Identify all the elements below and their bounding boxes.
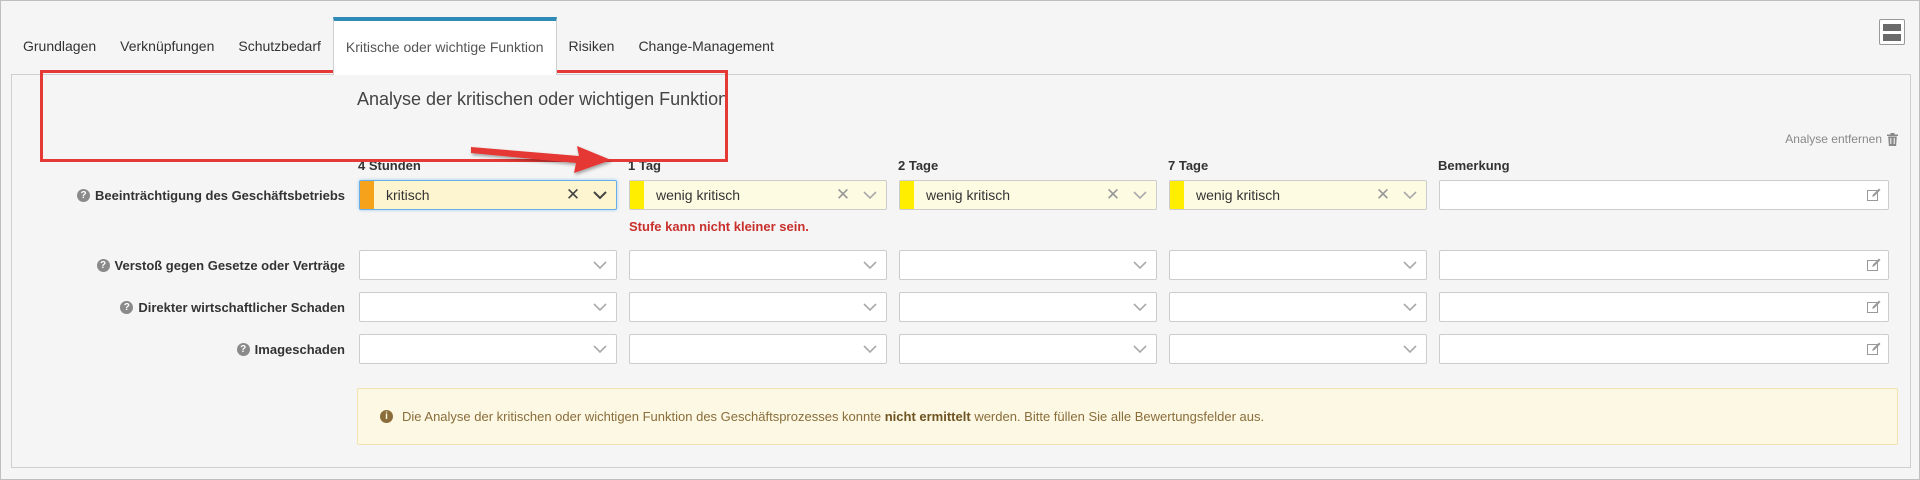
remark-input-business[interactable] bbox=[1439, 180, 1889, 210]
layout-icon-bar bbox=[1883, 33, 1901, 41]
analysis-warning-alert: i Die Analyse der kritischen oder wichti… bbox=[357, 388, 1898, 445]
chevron-down-icon[interactable] bbox=[854, 260, 886, 270]
chevron-down-icon[interactable] bbox=[854, 344, 886, 354]
analysis-panel: Analyse der kritischen oder wichtigen Fu… bbox=[11, 74, 1911, 468]
column-header-1d: 1 Tag bbox=[628, 158, 661, 173]
level-swatch bbox=[900, 181, 914, 209]
chevron-down-icon[interactable] bbox=[1124, 190, 1156, 200]
chevron-down-icon[interactable] bbox=[1124, 302, 1156, 312]
alert-bold: nicht ermittelt bbox=[884, 409, 971, 424]
chevron-down-icon[interactable] bbox=[584, 302, 616, 312]
remark-input-image[interactable] bbox=[1439, 334, 1889, 364]
chevron-down-icon[interactable] bbox=[584, 260, 616, 270]
question-circle-icon[interactable]: ? bbox=[236, 342, 250, 356]
row-label-business-impact: ? Beeinträchtigung des Geschäftsbetriebs bbox=[77, 185, 345, 205]
remove-analysis-label: Analyse entfernen bbox=[1785, 132, 1882, 146]
rating-select-legal-4h[interactable] bbox=[359, 250, 617, 280]
alert-text: Die Analyse der kritischen oder wichtige… bbox=[402, 409, 1264, 424]
row-label-text: Verstoß gegen Gesetze oder Verträge bbox=[114, 257, 345, 273]
tab-bar: Grundlagen Verknüpfungen Schutzbedarf Kr… bbox=[11, 17, 786, 75]
level-swatch bbox=[360, 181, 374, 209]
clear-x-icon[interactable]: ✕ bbox=[1372, 185, 1394, 205]
rating-select-image-1d[interactable] bbox=[629, 334, 887, 364]
remark-input-legal[interactable] bbox=[1439, 250, 1889, 280]
chevron-down-icon[interactable] bbox=[1124, 344, 1156, 354]
row-label-text: Direkter wirtschaftlicher Schaden bbox=[138, 299, 345, 315]
question-circle-icon[interactable]: ? bbox=[77, 188, 91, 202]
chevron-down-icon[interactable] bbox=[1394, 190, 1426, 200]
chevron-down-icon[interactable] bbox=[1394, 344, 1426, 354]
tab-risiken[interactable]: Risiken bbox=[557, 18, 627, 75]
level-swatch bbox=[1170, 181, 1184, 209]
column-header-2d: 2 Tage bbox=[898, 158, 939, 173]
select-value: kritisch bbox=[386, 187, 430, 203]
layout-icon bbox=[1883, 23, 1901, 31]
clear-x-icon[interactable]: ✕ bbox=[832, 185, 854, 205]
question-circle-icon[interactable]: ? bbox=[96, 258, 110, 272]
chevron-down-icon[interactable] bbox=[1394, 302, 1426, 312]
row-label-financial: ? Direkter wirtschaftlicher Schaden bbox=[120, 297, 345, 317]
rating-select-image-7d[interactable] bbox=[1169, 334, 1427, 364]
panel-title: Analyse der kritischen oder wichtigen Fu… bbox=[357, 89, 729, 109]
rating-select-financial-1d[interactable] bbox=[629, 292, 887, 322]
tab-kritische-funktion[interactable]: Kritische oder wichtige Funktion bbox=[332, 17, 557, 75]
tab-change-management[interactable]: Change-Management bbox=[626, 18, 785, 75]
tab-verknuepfungen[interactable]: Verknüpfungen bbox=[108, 18, 226, 75]
row-label-image: ? Imageschaden bbox=[236, 339, 345, 359]
chevron-down-icon[interactable] bbox=[584, 344, 616, 354]
chevron-down-icon[interactable] bbox=[854, 302, 886, 312]
rating-select-legal-1d[interactable] bbox=[629, 250, 887, 280]
edit-icon[interactable] bbox=[1867, 258, 1881, 272]
select-value: wenig kritisch bbox=[926, 187, 1011, 203]
select-value: wenig kritisch bbox=[656, 187, 741, 203]
clear-x-icon[interactable]: ✕ bbox=[1102, 185, 1124, 205]
window-frame: Grundlagen Verknüpfungen Schutzbedarf Kr… bbox=[0, 0, 1920, 480]
chevron-down-icon[interactable] bbox=[584, 190, 616, 200]
tab-grundlagen[interactable]: Grundlagen bbox=[11, 18, 108, 75]
row-label-legal: ? Verstoß gegen Gesetze oder Verträge bbox=[96, 255, 345, 275]
rating-select-financial-4h[interactable] bbox=[359, 292, 617, 322]
rating-select-business-2d[interactable]: wenig kritisch ✕ bbox=[899, 180, 1157, 210]
row-label-text: Imageschaden bbox=[254, 341, 345, 357]
layout-toggle-button[interactable] bbox=[1879, 19, 1905, 45]
chevron-down-icon[interactable] bbox=[1124, 260, 1156, 270]
rating-select-financial-2d[interactable] bbox=[899, 292, 1157, 322]
info-circle-icon: i bbox=[380, 410, 393, 423]
validation-error: Stufe kann nicht kleiner sein. bbox=[629, 219, 809, 234]
rating-select-legal-2d[interactable] bbox=[899, 250, 1157, 280]
rating-select-business-7d[interactable]: wenig kritisch ✕ bbox=[1169, 180, 1427, 210]
alert-suffix: werden. Bitte füllen Sie alle Bewertungs… bbox=[974, 409, 1265, 424]
annotation-arrow bbox=[471, 146, 611, 173]
edit-icon[interactable] bbox=[1867, 300, 1881, 314]
remark-input-financial[interactable] bbox=[1439, 292, 1889, 322]
rating-select-business-4h[interactable]: kritisch ✕ bbox=[359, 180, 617, 210]
alert-prefix: Die Analyse der kritischen oder wichtige… bbox=[402, 409, 882, 424]
row-label-text: Beeinträchtigung des Geschäftsbetriebs bbox=[95, 187, 345, 203]
column-header-remark: Bemerkung bbox=[1438, 158, 1510, 173]
chevron-down-icon[interactable] bbox=[854, 190, 886, 200]
edit-icon[interactable] bbox=[1867, 342, 1881, 356]
select-value: wenig kritisch bbox=[1196, 187, 1281, 203]
rating-select-financial-7d[interactable] bbox=[1169, 292, 1427, 322]
rating-select-legal-7d[interactable] bbox=[1169, 250, 1427, 280]
chevron-down-icon[interactable] bbox=[1394, 260, 1426, 270]
remove-analysis-link[interactable]: Analyse entfernen bbox=[1785, 132, 1898, 146]
column-header-4h: 4 Stunden bbox=[358, 158, 421, 173]
rating-select-image-2d[interactable] bbox=[899, 334, 1157, 364]
tab-schutzbedarf[interactable]: Schutzbedarf bbox=[226, 18, 333, 75]
rating-select-business-1d[interactable]: wenig kritisch ✕ bbox=[629, 180, 887, 210]
clear-x-icon[interactable]: ✕ bbox=[562, 185, 584, 205]
column-header-7d: 7 Tage bbox=[1168, 158, 1209, 173]
trash-icon bbox=[1887, 132, 1898, 146]
level-swatch bbox=[630, 181, 644, 209]
edit-icon[interactable] bbox=[1867, 188, 1881, 202]
rating-select-image-4h[interactable] bbox=[359, 334, 617, 364]
question-circle-icon[interactable]: ? bbox=[120, 300, 134, 314]
